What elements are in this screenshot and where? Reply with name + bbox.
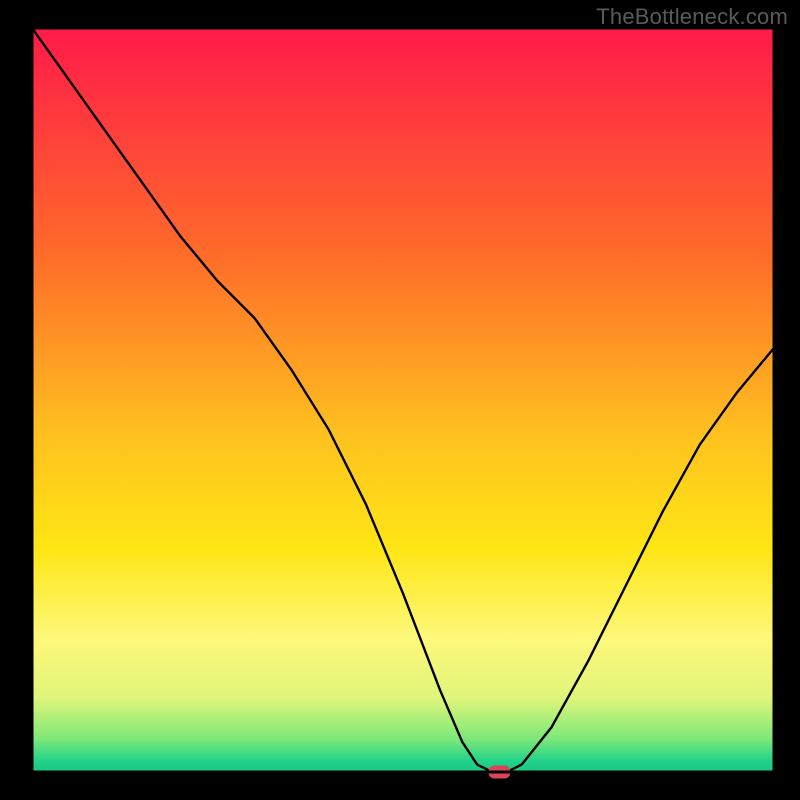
plot-background xyxy=(32,28,774,772)
bottleneck-chart xyxy=(0,0,800,800)
chart-frame: TheBottleneck.com xyxy=(0,0,800,800)
